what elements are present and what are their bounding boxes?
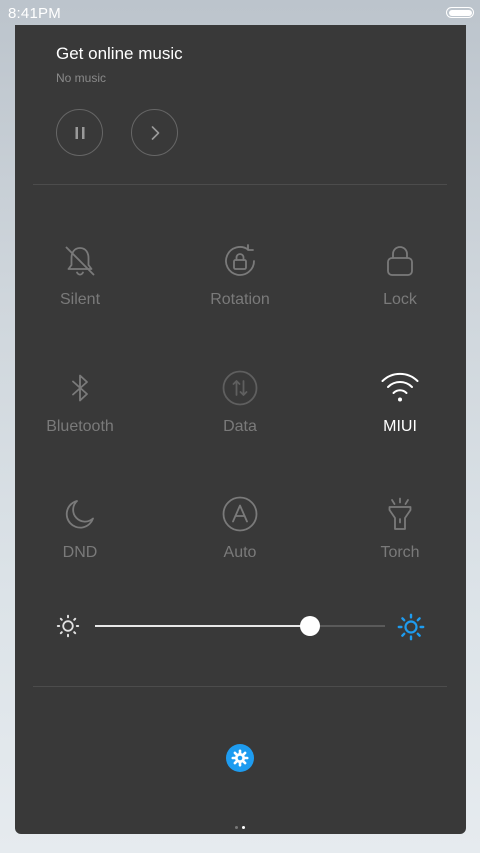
brightness-high-icon <box>397 613 425 641</box>
music-title[interactable]: Get online music <box>56 44 183 64</box>
gear-icon <box>231 749 249 767</box>
brightness-slider-fill <box>95 625 310 627</box>
toggle-label: Data <box>223 418 257 435</box>
toggle-data[interactable]: Data <box>175 368 305 458</box>
battery-icon <box>446 7 474 18</box>
chevron-right-icon <box>151 125 159 140</box>
pause-icon <box>75 126 84 139</box>
divider <box>33 686 447 687</box>
flashlight-icon <box>380 494 420 534</box>
pause-button[interactable] <box>56 109 103 156</box>
wifi-icon <box>380 368 420 408</box>
battery-level <box>448 9 472 16</box>
bluetooth-icon <box>60 368 100 408</box>
mobile-data-icon <box>220 368 260 408</box>
music-subtitle: No music <box>56 71 107 85</box>
toggle-label: Bluetooth <box>46 418 114 435</box>
brightness-slider-thumb[interactable] <box>299 616 320 636</box>
status-bar: 8:41PM <box>0 0 480 28</box>
page-dot-active[interactable] <box>242 826 245 829</box>
rotation-lock-icon <box>220 241 260 281</box>
toggle-wifi[interactable]: MIUI <box>335 368 465 458</box>
toggle-dnd[interactable]: DND <box>15 494 145 584</box>
toggle-auto-brightness[interactable]: Auto <box>175 494 305 584</box>
toggle-label: Torch <box>380 544 420 561</box>
status-time: 8:41PM <box>8 5 61 22</box>
toggle-bluetooth[interactable]: Bluetooth <box>15 368 145 458</box>
toggle-label: Lock <box>383 291 417 308</box>
toggle-lock[interactable]: Lock <box>335 241 465 331</box>
toggle-label: Rotation <box>210 291 270 308</box>
moon-icon <box>60 494 100 534</box>
toggle-label: Auto <box>223 544 257 561</box>
next-button[interactable] <box>131 109 178 156</box>
auto-brightness-icon <box>220 494 260 534</box>
toggle-silent[interactable]: Silent <box>15 241 145 331</box>
toggle-torch[interactable]: Torch <box>335 494 465 584</box>
page-indicator <box>233 826 249 830</box>
bell-off-icon <box>60 241 100 281</box>
lock-icon <box>380 241 420 281</box>
toggle-rotation[interactable]: Rotation <box>175 241 305 331</box>
settings-button[interactable] <box>226 744 254 772</box>
brightness-low-icon <box>56 614 80 638</box>
brightness-slider[interactable] <box>95 616 385 636</box>
divider <box>33 184 447 185</box>
toggle-label: MIUI <box>383 418 417 435</box>
toggle-label: DND <box>62 544 98 561</box>
page-dot[interactable] <box>235 826 238 829</box>
quick-settings-panel: Get online music No music Silent Rotatio… <box>15 25 466 834</box>
brightness-control <box>55 608 425 644</box>
toggle-label: Silent <box>59 291 101 308</box>
